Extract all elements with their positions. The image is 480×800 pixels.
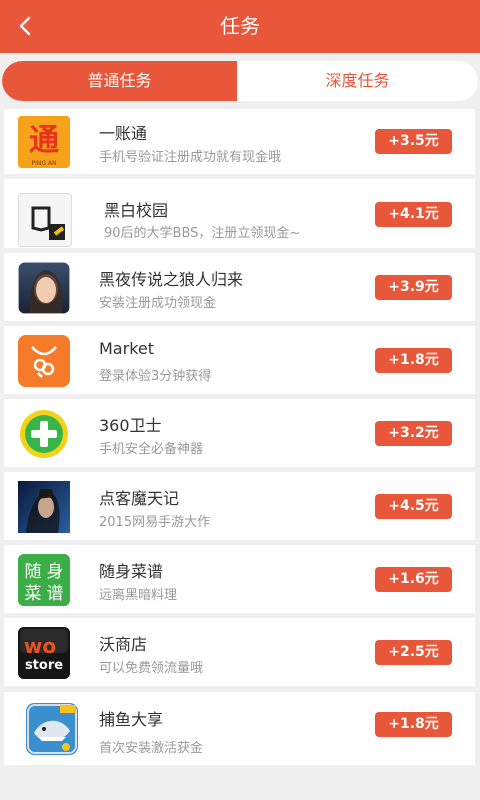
reward-button[interactable]: +3.2元 — [375, 421, 452, 446]
svg-text:随: 随 — [25, 562, 42, 582]
task-item[interactable]: 黑白校园 90后的大学BBS，注册立领现金~ +4.1元 — [4, 179, 475, 248]
yizhangtong-app-icon: 通 PING AN — [18, 116, 70, 168]
tab-normal-tasks[interactable]: 普通任务 — [2, 61, 237, 101]
task-description: 安装注册成功领现金 — [99, 296, 217, 311]
reward-button[interactable]: +4.1元 — [375, 202, 452, 227]
tab-deep-tasks[interactable]: 深度任务 — [237, 61, 478, 101]
360-security-app-icon — [18, 408, 70, 460]
task-item[interactable]: 360卫士 手机安全必备神器 +3.2元 — [4, 399, 475, 467]
reward-button[interactable]: +3.9元 — [375, 275, 452, 300]
task-description: 可以免费领流量哦 — [99, 661, 204, 676]
task-name: Market — [99, 339, 154, 358]
reward-button[interactable]: +1.8元 — [375, 712, 452, 737]
task-name: 点客魔天记 — [99, 489, 180, 508]
task-item[interactable]: 点客魔天记 2015网易手游大作 +4.5元 — [4, 472, 475, 540]
svg-text:谱: 谱 — [47, 584, 64, 604]
svg-text:菜: 菜 — [25, 584, 42, 604]
task-description: 首次安装激活获金 — [99, 741, 204, 756]
reward-button[interactable]: +1.8元 — [375, 348, 452, 373]
fishing-game-app-icon — [26, 703, 78, 755]
task-name: 捕鱼大享 — [99, 710, 164, 729]
task-description: 2015网易手游大作 — [99, 515, 211, 530]
task-item[interactable]: Market 登录体验3分钟获得 +1.8元 — [4, 326, 475, 394]
task-name: 360卫士 — [99, 416, 162, 435]
header-bar: 任务 — [0, 0, 480, 53]
page-title: 任务 — [220, 14, 260, 38]
task-item[interactable]: 黑夜传说之狼人归来 安装注册成功领现金 +3.9元 — [4, 253, 475, 321]
recipe-app-icon: 随 身 菜 谱 — [18, 554, 70, 606]
reward-button[interactable]: +3.5元 — [375, 129, 452, 154]
market-app-icon — [18, 335, 70, 387]
task-description: 远离黑暗料理 — [99, 588, 178, 603]
task-description: 手机安全必备神器 — [99, 442, 204, 457]
task-item[interactable]: wo store 沃商店 可以免费领流量哦 +2.5元 — [4, 618, 475, 686]
motianji-game-app-icon — [18, 481, 70, 533]
icon-caption: PING AN — [31, 160, 56, 167]
task-item[interactable]: 随 身 菜 谱 随身菜谱 远离黑暗料理 +1.6元 — [4, 545, 475, 613]
task-name: 随身菜谱 — [99, 562, 164, 581]
werewolf-game-app-icon — [18, 262, 70, 314]
task-name: 黑白校园 — [104, 201, 169, 220]
task-description: 手机号验证注册成功就有现金哦 — [99, 150, 282, 165]
svg-text:wo: wo — [24, 634, 56, 658]
task-name: 一账通 — [99, 124, 148, 143]
task-item[interactable]: 通 PING AN 一账通 手机号验证注册成功就有现金哦 +3.5元 — [4, 109, 475, 174]
reward-button[interactable]: +1.6元 — [375, 567, 452, 592]
task-name: 沃商店 — [99, 635, 148, 654]
svg-text:通: 通 — [29, 123, 59, 158]
wo-store-app-icon: wo store — [18, 627, 70, 679]
svg-text:store: store — [25, 658, 63, 673]
task-item[interactable]: 捕鱼大享 首次安装激活获金 +1.8元 — [4, 692, 475, 765]
tab-bar: 普通任务 深度任务 — [2, 61, 478, 101]
task-name: 黑夜传说之狼人归来 — [99, 270, 244, 289]
svg-text:身: 身 — [47, 562, 64, 582]
reward-button[interactable]: +4.5元 — [375, 494, 452, 519]
reward-button[interactable]: +2.5元 — [375, 640, 452, 665]
heibai-campus-app-icon — [18, 193, 72, 247]
task-description: 登录体验3分钟获得 — [99, 369, 212, 384]
task-description: 90后的大学BBS，注册立领现金~ — [104, 226, 301, 241]
